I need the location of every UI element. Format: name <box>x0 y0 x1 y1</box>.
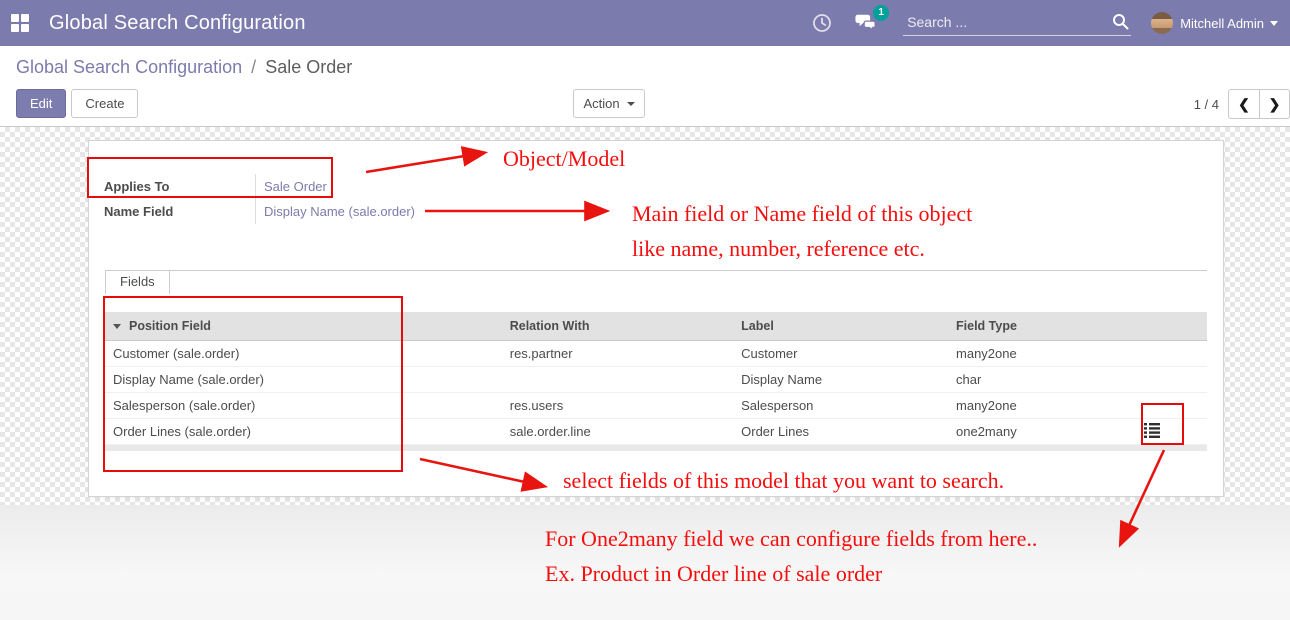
apps-menu-icon[interactable] <box>11 14 29 32</box>
chevron-down-icon <box>1270 21 1278 26</box>
name-field-label: Name Field <box>104 199 255 224</box>
sort-caret-icon <box>113 324 121 329</box>
cell-type[interactable]: char <box>948 366 1135 392</box>
table-header-row: Position Field Relation With Label Field… <box>105 312 1207 340</box>
cell-label[interactable]: Salesperson <box>733 392 948 418</box>
applies-to-label: Applies To <box>104 174 255 199</box>
cell-relation[interactable] <box>502 366 733 392</box>
cell-label[interactable]: Customer <box>733 340 948 366</box>
cell-position[interactable]: Display Name (sale.order) <box>105 366 502 392</box>
column-header-actions <box>1135 312 1207 340</box>
user-menu[interactable]: Mitchell Admin <box>1151 12 1282 34</box>
cell-relation[interactable]: sale.order.line <box>502 418 733 444</box>
cell-type[interactable]: many2one <box>948 392 1135 418</box>
name-field-value-link[interactable]: Display Name (sale.order) <box>255 199 475 224</box>
form-view-background: Applies To Sale Order Name Field Display… <box>0 127 1290 505</box>
create-button[interactable]: Create <box>71 89 138 118</box>
message-count-badge: 1 <box>873 5 889 21</box>
column-header-field-type[interactable]: Field Type <box>948 312 1135 340</box>
cell-position[interactable]: Customer (sale.order) <box>105 340 502 366</box>
table-row[interactable]: Customer (sale.order) res.partner Custom… <box>105 340 1207 366</box>
search-icon[interactable] <box>1112 13 1129 30</box>
action-label: Action <box>583 96 619 111</box>
user-avatar <box>1151 12 1173 34</box>
cell-type[interactable]: one2many <box>948 418 1135 444</box>
pager-next-button[interactable]: ❯ <box>1259 89 1290 119</box>
form-field-group: Applies To Sale Order Name Field Display… <box>104 174 1207 224</box>
fields-table: Position Field Relation With Label Field… <box>105 312 1207 445</box>
cell-actions <box>1135 392 1207 418</box>
edit-button[interactable]: Edit <box>16 89 66 118</box>
configure-subfields-list-icon[interactable] <box>1143 422 1161 438</box>
name-field-row: Name Field Display Name (sale.order) <box>104 199 1207 224</box>
table-row[interactable]: Salesperson (sale.order) res.users Sales… <box>105 392 1207 418</box>
breadcrumb-parent-link[interactable]: Global Search Configuration <box>16 57 242 77</box>
table-row[interactable]: Order Lines (sale.order) sale.order.line… <box>105 418 1207 444</box>
chevron-down-icon <box>627 102 635 106</box>
cell-actions <box>1135 418 1207 444</box>
tab-fields[interactable]: Fields <box>105 271 170 294</box>
applies-to-row: Applies To Sale Order <box>104 174 1207 199</box>
user-name: Mitchell Admin <box>1180 16 1264 31</box>
cell-position[interactable]: Order Lines (sale.order) <box>105 418 502 444</box>
search-input[interactable] <box>903 10 1131 36</box>
record-pager: 1 / 4 ❮ ❯ <box>1194 89 1290 119</box>
page-footer-background <box>0 505 1290 620</box>
control-panel: Global Search Configuration / Sale Order… <box>0 46 1290 127</box>
action-dropdown-button[interactable]: Action <box>573 89 645 118</box>
breadcrumb-separator: / <box>251 57 256 77</box>
cell-type[interactable]: many2one <box>948 340 1135 366</box>
navbar-search <box>903 10 1131 36</box>
form-sheet: Applies To Sale Order Name Field Display… <box>88 140 1224 497</box>
cell-label[interactable]: Display Name <box>733 366 948 392</box>
pager-previous-button[interactable]: ❮ <box>1228 89 1259 119</box>
notebook-tabs: Fields <box>105 270 1207 293</box>
cell-actions <box>1135 340 1207 366</box>
breadcrumb: Global Search Configuration / Sale Order <box>16 57 352 78</box>
app-title: Global Search Configuration <box>49 12 306 35</box>
cell-label[interactable]: Order Lines <box>733 418 948 444</box>
notebook: Fields Position Field Relation With Labe… <box>105 270 1207 451</box>
column-header-label[interactable]: Label <box>733 312 948 340</box>
activities-clock-icon[interactable] <box>811 12 833 34</box>
odoo-app-window: Global Search Configuration 1 Mitc <box>0 0 1290 620</box>
table-bottom-strip <box>105 445 1207 451</box>
top-navbar: Global Search Configuration 1 Mitc <box>0 0 1290 46</box>
messages-chat-icon[interactable]: 1 <box>855 12 877 34</box>
cell-relation[interactable]: res.partner <box>502 340 733 366</box>
column-header-position-field[interactable]: Position Field <box>105 312 502 340</box>
table-row[interactable]: Display Name (sale.order) Display Name c… <box>105 366 1207 392</box>
applies-to-value-link[interactable]: Sale Order <box>255 174 475 199</box>
breadcrumb-current: Sale Order <box>265 57 352 77</box>
column-header-relation-with[interactable]: Relation With <box>502 312 733 340</box>
cell-actions <box>1135 366 1207 392</box>
cell-relation[interactable]: res.users <box>502 392 733 418</box>
pager-count: 1 / 4 <box>1194 97 1219 112</box>
cell-position[interactable]: Salesperson (sale.order) <box>105 392 502 418</box>
